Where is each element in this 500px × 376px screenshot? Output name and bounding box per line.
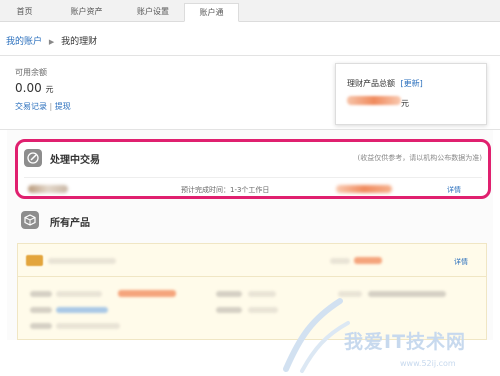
- product-badge: [26, 255, 43, 266]
- blurred-field: [248, 307, 278, 313]
- swoosh-logo-icon: [283, 298, 350, 373]
- total-title-label: 理财产品总额: [347, 79, 395, 88]
- breadcrumb-current: 我的理财: [61, 37, 98, 47]
- site-watermark: 我爱IT技术网 www.52ij.com: [282, 297, 500, 376]
- blurred-field: [216, 307, 242, 313]
- processing-transactions-card: 处理中交易 (收益仅供参考，请以机构公布数据为准) 预计完成时间：1-3个工作日…: [15, 139, 491, 199]
- refresh-link[interactable]: [更新]: [401, 79, 423, 88]
- watermark-url: www.52ij.com: [400, 359, 456, 368]
- blurred-field: [56, 291, 102, 297]
- balance-unit: 元: [45, 85, 54, 94]
- breadcrumb: 我的账户 ▶ 我的理财: [6, 34, 97, 47]
- available-balance-value: 0.00 元: [15, 81, 54, 95]
- total-title: 理财产品总额 [更新]: [347, 78, 423, 89]
- processing-title: 处理中交易: [50, 155, 100, 166]
- divider: [0, 55, 500, 56]
- blurred-field: [30, 307, 52, 313]
- blurred-amount: [336, 185, 392, 193]
- row-divider: [24, 177, 482, 178]
- transaction-records-link[interactable]: 交易记录: [15, 102, 47, 111]
- all-products-title: 所有产品: [50, 218, 90, 229]
- blurred-field: [248, 291, 276, 297]
- blurred-field: [30, 323, 52, 329]
- balance-links: 交易记录 | 提现: [15, 101, 71, 112]
- processing-note: (收益仅供参考，请以机构公布数据为准): [357, 154, 482, 162]
- product-detail-link[interactable]: 详情: [454, 257, 468, 267]
- tab-account-assets[interactable]: 账户资产: [51, 3, 122, 22]
- breadcrumb-separator-icon: ▶: [48, 38, 55, 46]
- blurred-field: [216, 291, 242, 297]
- blurred-product-title: [48, 258, 116, 264]
- edit-icon: [24, 149, 42, 167]
- processing-detail-link[interactable]: 详情: [447, 185, 461, 195]
- breadcrumb-my-account[interactable]: 我的账户: [6, 37, 42, 47]
- blurred-link: [56, 307, 108, 313]
- blurred-value: [354, 257, 382, 264]
- blurred-rate: [118, 290, 176, 297]
- top-tab-bar: 首页 账户资产 账户设置 账户通: [0, 0, 500, 22]
- withdraw-link[interactable]: 提现: [55, 102, 71, 111]
- balance-amount: 0.00: [15, 81, 42, 95]
- blurred-field: [30, 291, 52, 297]
- tab-account-tong[interactable]: 账户通: [184, 3, 239, 22]
- estimated-completion-time: 预计完成时间：1-3个工作日: [181, 186, 270, 194]
- total-unit: 元: [401, 99, 409, 108]
- tab-home[interactable]: 首页: [0, 3, 49, 22]
- tab-account-settings[interactable]: 账户设置: [122, 3, 184, 22]
- watermark-text: 我爱IT技术网: [344, 331, 467, 353]
- blurred-label: [330, 258, 350, 264]
- blurred-product-name: [28, 185, 68, 193]
- blurred-field: [56, 323, 120, 329]
- product-header: 详情: [18, 244, 486, 277]
- cube-icon: [21, 211, 39, 229]
- blurred-total-amount: [347, 96, 401, 105]
- total-product-amount-box: 理财产品总额 [更新] 元: [335, 63, 487, 125]
- available-balance-label: 可用余额: [15, 68, 47, 77]
- link-separator: |: [49, 102, 53, 111]
